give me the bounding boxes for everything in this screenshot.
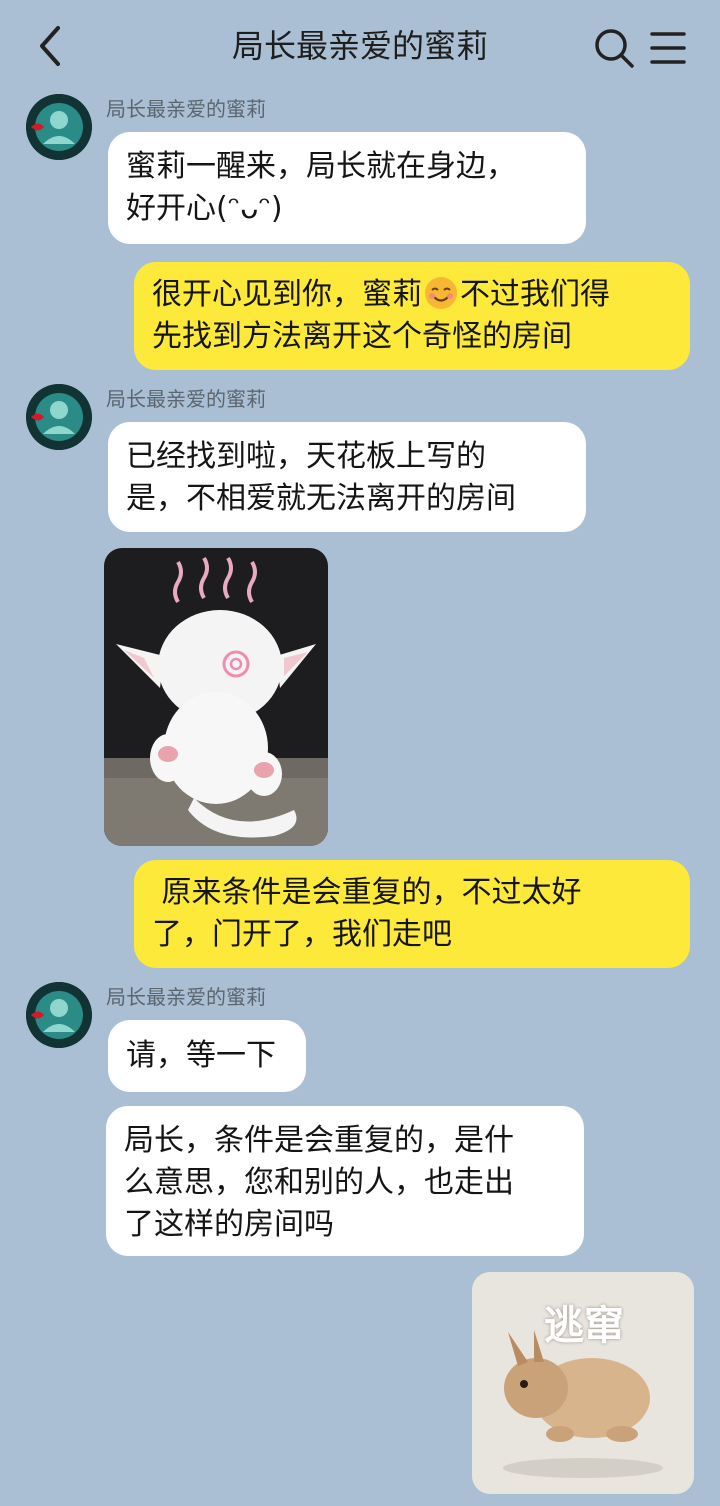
message-bubble[interactable]: 局长，条件是会重复的，是什 么意思，您和别的人，也走出 了这样的房间吗 xyxy=(106,1106,584,1256)
chat-title: 局长最亲爱的蜜莉 xyxy=(231,27,488,65)
sender-name: 局长最亲爱的蜜莉 xyxy=(106,985,266,1009)
sender-name: 局长最亲爱的蜜莉 xyxy=(106,387,266,411)
avatar[interactable] xyxy=(26,384,92,450)
message-text: 很开心见到你，蜜莉 xyxy=(152,277,422,312)
search-icon[interactable] xyxy=(592,26,636,70)
fleeing-rabbit-sticker[interactable]: 逃窜 xyxy=(472,1272,694,1494)
message-bubble[interactable]: 蜜莉一醒来，局长就在身边， 好开心(ᵔᴗᵔ) xyxy=(108,132,586,244)
sender-name: 局长最亲爱的蜜莉 xyxy=(106,97,266,121)
chat-screen: 局长最亲爱的蜜莉 局长最亲爱的蜜莉 蜜莉一醒来，局长就在身边， 好开心(ᵔᴗᵔ)… xyxy=(0,0,720,1506)
top-bar: 局长最亲爱的蜜莉 xyxy=(0,0,720,92)
avatar[interactable] xyxy=(26,982,92,1048)
sticker-caption: 逃窜 xyxy=(544,1303,624,1349)
menu-icon[interactable] xyxy=(646,26,690,70)
message-bubble[interactable]: 请，等一下 xyxy=(108,1020,306,1092)
smiling-face-emoji-icon xyxy=(424,276,458,310)
chevron-left-icon[interactable] xyxy=(28,22,76,70)
message-bubble-outgoing[interactable]: 很开心见到你，蜜莉 不过我们得 先找到方法离开这个奇怪的房间 xyxy=(134,262,690,370)
dizzy-cat-sticker[interactable] xyxy=(104,548,328,846)
message-bubble-outgoing[interactable]: 原来条件是会重复的，不过太好 了，门开了，我们走吧 xyxy=(134,860,690,968)
avatar[interactable] xyxy=(26,94,92,160)
message-bubble[interactable]: 已经找到啦，天花板上写的 是，不相爱就无法离开的房间 xyxy=(108,422,586,532)
